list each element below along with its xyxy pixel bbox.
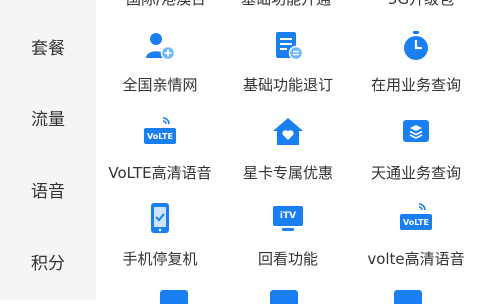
tile-unsubscribe-basic[interactable]: 基础功能退订: [224, 30, 352, 100]
tile-label: 天通业务查询: [370, 164, 461, 182]
tile-label: volte高清语音: [367, 250, 465, 268]
volte-badge-text: VoLTE: [403, 218, 429, 227]
sidebar-item-points[interactable]: 积分: [0, 249, 96, 274]
partial-icon[interactable]: [160, 290, 188, 304]
volte-badge-text: VoLTE: [147, 132, 173, 141]
partial-icon[interactable]: [394, 290, 422, 304]
partial-icon[interactable]: [270, 290, 298, 304]
tile-playback-function[interactable]: iTV 回看功能: [224, 202, 352, 272]
doc-exchange-icon: [276, 32, 304, 61]
tile-phone-suspend-resume[interactable]: 手机停复机: [96, 202, 224, 272]
tile-label-cut[interactable]: 国际/港澳台: [126, 0, 206, 9]
heart-house-icon: [273, 118, 303, 145]
tile-label-cut[interactable]: 基础功能开通: [241, 0, 331, 9]
sidebar-item-data[interactable]: 流量: [0, 105, 96, 130]
tile-label: 回看功能: [257, 250, 318, 268]
sidebar-item-voice[interactable]: 语音: [0, 177, 96, 202]
layers-icon: [403, 120, 429, 142]
tile-active-service-query[interactable]: 在用业务查询: [352, 30, 480, 100]
tile-family-network[interactable]: 全国亲情网: [96, 30, 224, 100]
tile-label: 手机停复机: [122, 250, 198, 268]
tile-label: 基础功能退订: [242, 76, 333, 94]
tile-volte-hd-voice[interactable]: VoLTE VoLTE高清语音: [96, 116, 224, 186]
phone-check-icon: [151, 203, 169, 233]
tile-label-cut[interactable]: 5G升级包: [388, 0, 454, 9]
tile-label: 全国亲情网: [122, 76, 198, 94]
category-sidebar: 套餐 流量 语音 积分: [0, 0, 96, 300]
tile-label: 在用业务查询: [370, 76, 461, 94]
itv-badge-text: iTV: [279, 211, 297, 221]
tile-star-card-offer[interactable]: 星卡专属优惠: [224, 116, 352, 186]
family-user-add-icon: [146, 33, 176, 61]
tile-volte-hd-voice-2[interactable]: VoLTE volte高清语音: [352, 202, 480, 272]
tile-tiantong-query[interactable]: 天通业务查询: [352, 116, 480, 186]
tile-label: 星卡专属优惠: [242, 164, 333, 182]
tile-label: VoLTE高清语音: [108, 164, 212, 182]
service-grid: 国际/港澳台 基础功能开通 5G升级包 全国亲情网 基础功能退订 在用业务查询: [96, 0, 480, 304]
sidebar-item-package[interactable]: 套餐: [0, 34, 96, 59]
stopwatch-icon: [404, 31, 428, 60]
